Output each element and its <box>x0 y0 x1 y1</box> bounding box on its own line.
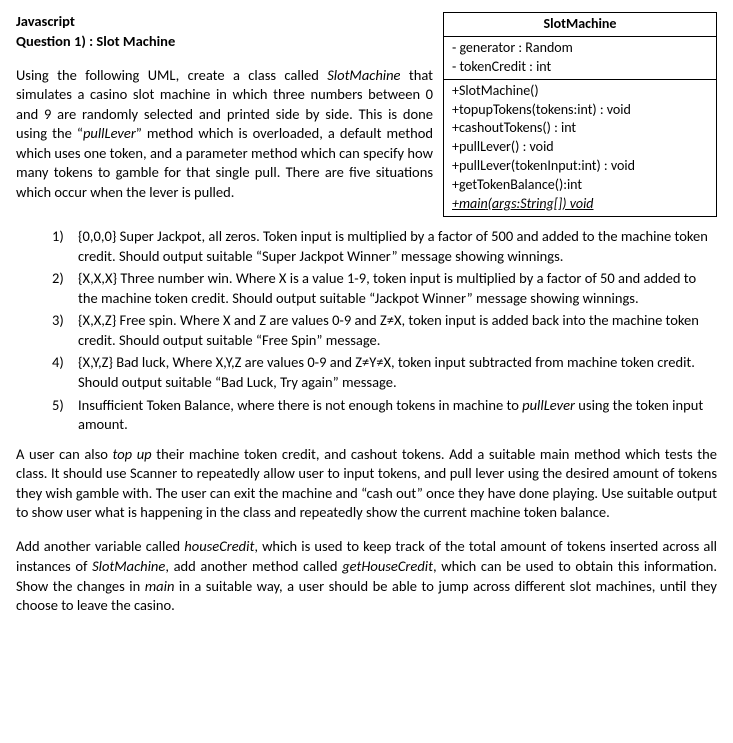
p3-ital-housecredit: houseCredit <box>184 537 254 555</box>
uml-method: +topupTokens(tokens:int) : void <box>452 101 708 120</box>
list-item: 1) {0,0,0} Super Jackpot, all zeros. Tok… <box>52 227 717 266</box>
uml-method: +getTokenBalance():int <box>452 176 708 195</box>
p3-ital-gethousecredit: getHouseCredit <box>342 557 433 575</box>
intro-ital-pulllever: pullLever <box>83 124 136 142</box>
p2-a: A user can also <box>16 445 113 463</box>
list-number: 1) <box>52 227 78 266</box>
intro-paragraph: Using the following UML, create a class … <box>16 66 433 203</box>
heading-block: Javascript Question 1) : Slot Machine <box>16 12 433 51</box>
list-number: 4) <box>52 353 78 392</box>
list-5-a: Insufficient Token Balance, where there … <box>78 396 522 414</box>
intro-ital-slotmachine: SlotMachine <box>327 66 400 84</box>
uml-attr: - tokenCredit : int <box>452 58 708 77</box>
uml-method: +SlotMachine() <box>452 82 708 101</box>
list-body: Insufficient Token Balance, where there … <box>78 396 717 435</box>
p3-ital-main: main <box>145 577 175 595</box>
list-body: {0,0,0} Super Jackpot, all zeros. Token … <box>78 227 717 266</box>
uml-method: +pullLever() : void <box>452 138 708 157</box>
list-body: {X,Y,Z} Bad luck, Where X,Y,Z are values… <box>78 353 717 392</box>
uml-diagram: SlotMachine - generator : Random - token… <box>443 12 717 217</box>
intro-text-a: Using the following UML, create a class … <box>16 66 327 84</box>
left-column: Javascript Question 1) : Slot Machine Us… <box>16 12 433 217</box>
list-number: 2) <box>52 269 78 308</box>
p2-ital-topup: top up <box>113 445 152 463</box>
list-5-ital: pullLever <box>522 396 575 414</box>
situation-list: 1) {0,0,0} Super Jackpot, all zeros. Tok… <box>16 227 717 435</box>
uml-method: +cashoutTokens() : int <box>452 119 708 138</box>
list-item: 2) {X,X,X} Three number win. Where X is … <box>52 269 717 308</box>
list-body: {X,X,Z} Free spin. Where X and Z are val… <box>78 311 717 350</box>
list-item: 4) {X,Y,Z} Bad luck, Where X,Y,Z are val… <box>52 353 717 392</box>
p3-ital-slotmachine: SlotMachine <box>92 557 165 575</box>
p3-c: , add another method called <box>165 557 342 575</box>
paragraph-housecredit: Add another variable called houseCredit,… <box>16 537 717 615</box>
uml-attr: - generator : Random <box>452 39 708 58</box>
uml-methods: +SlotMachine() +topupTokens(tokens:int) … <box>444 80 716 216</box>
uml-method: +pullLever(tokenInput:int) : void <box>452 157 708 176</box>
list-number: 5) <box>52 396 78 435</box>
header-section: Javascript Question 1) : Slot Machine Us… <box>16 12 717 217</box>
uml-method-main: +main(args:String[]) void <box>452 195 708 214</box>
list-body: {X,X,X} Three number win. Where X is a v… <box>78 269 717 308</box>
uml-class-title: SlotMachine <box>444 13 716 37</box>
p3-a: Add another variable called <box>16 537 184 555</box>
heading-line-1: Javascript <box>16 12 433 32</box>
list-item: 5) Insufficient Token Balance, where the… <box>52 396 717 435</box>
list-number: 3) <box>52 311 78 350</box>
uml-attributes: - generator : Random - tokenCredit : int <box>444 37 716 80</box>
paragraph-user-topup: A user can also top up their machine tok… <box>16 445 717 523</box>
list-item: 3) {X,X,Z} Free spin. Where X and Z are … <box>52 311 717 350</box>
heading-line-2: Question 1) : Slot Machine <box>16 32 433 52</box>
